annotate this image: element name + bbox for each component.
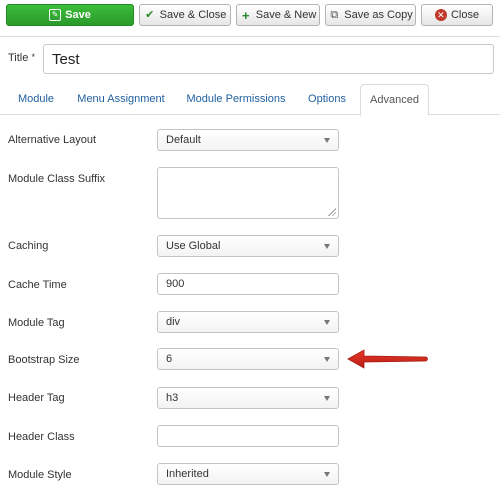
module-tag-label: Module Tag [8, 317, 65, 329]
check-icon: ✔ [145, 8, 155, 21]
module-tag-select[interactable]: div [157, 311, 339, 333]
bootstrap-size-label: Bootstrap Size [8, 354, 80, 366]
header-tag-select[interactable]: h3 [157, 387, 339, 409]
title-label-text: Title [8, 52, 29, 64]
chevron-down-icon [324, 472, 330, 477]
tab-module[interactable]: Module [8, 84, 64, 115]
chevron-down-icon [324, 357, 330, 362]
alternative-layout-select[interactable]: Default [157, 129, 339, 151]
save-close-button[interactable]: ✔ Save & Close [139, 4, 231, 26]
tab-bar: Module Menu Assignment Module Permission… [0, 84, 500, 116]
save-close-label: Save & Close [159, 9, 227, 21]
close-label: Close [450, 9, 480, 21]
caching-label: Caching [8, 240, 49, 252]
module-style-value: Inherited [166, 468, 209, 480]
alternative-layout-label: Alternative Layout [8, 134, 97, 146]
save-copy-label: Save as Copy [344, 9, 413, 21]
alternative-layout-value: Default [166, 134, 201, 146]
tab-advanced[interactable]: Advanced [360, 84, 429, 116]
save-new-button[interactable]: + Save & New [236, 4, 320, 26]
chevron-down-icon [324, 320, 330, 325]
save-copy-button[interactable]: ⧉ Save as Copy [325, 4, 416, 26]
header-class-label: Header Class [8, 431, 75, 443]
copy-icon: ⧉ [330, 8, 339, 21]
title-label: Title * [8, 52, 35, 64]
cache-time-label: Cache Time [8, 279, 67, 291]
tab-options[interactable]: Options [298, 84, 356, 115]
edit-icon: ✎ [49, 9, 62, 21]
header-class-input[interactable] [157, 425, 339, 447]
close-icon: ✕ [434, 9, 447, 21]
close-button[interactable]: ✕ Close [421, 4, 493, 26]
tab-menu-assignment[interactable]: Menu Assignment [69, 84, 173, 115]
cache-time-value: 900 [166, 278, 185, 290]
module-class-suffix-label: Module Class Suffix [8, 173, 106, 185]
title-input[interactable] [43, 44, 494, 74]
cache-time-input[interactable]: 900 [157, 273, 339, 295]
required-mark: * [31, 52, 35, 62]
module-style-select[interactable]: Inherited [157, 463, 339, 485]
header-tag-value: h3 [166, 392, 179, 404]
chevron-down-icon [324, 138, 330, 143]
module-class-suffix-textarea[interactable] [157, 167, 339, 219]
toolbar: ✎ Save ✔ Save & Close + Save & New ⧉ Sav… [0, 0, 500, 34]
toolbar-divider [0, 36, 500, 37]
module-tag-value: div [166, 316, 181, 328]
caching-value: Use Global [166, 240, 221, 252]
caching-select[interactable]: Use Global [157, 235, 339, 257]
header-tag-label: Header Tag [8, 392, 65, 404]
bootstrap-size-value: 6 [166, 353, 173, 365]
chevron-down-icon [324, 396, 330, 401]
annotation-arrow-icon [347, 349, 428, 369]
chevron-down-icon [324, 244, 330, 249]
save-new-label: Save & New [255, 9, 317, 21]
resize-handle-icon[interactable] [328, 208, 336, 216]
save-label: Save [65, 9, 91, 21]
tab-module-permissions[interactable]: Module Permissions [178, 84, 294, 115]
save-button[interactable]: ✎ Save [6, 4, 134, 26]
plus-icon: + [241, 7, 250, 23]
module-style-label: Module Style [8, 469, 72, 481]
bootstrap-size-select[interactable]: 6 [157, 348, 339, 370]
